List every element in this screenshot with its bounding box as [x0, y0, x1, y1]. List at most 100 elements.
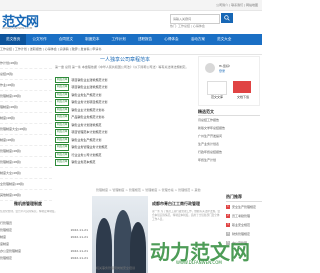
- category-tag[interactable]: 制度范本: [55, 91, 70, 98]
- list-item-title[interactable]: 项目管理范本计划规范计划: [71, 130, 107, 134]
- nav-item[interactable]: 合同范文: [53, 34, 79, 45]
- category-item[interactable]: 管理制度大全(48篇): [0, 124, 52, 135]
- category-item[interactable]: 理制度(48篇): [0, 102, 52, 113]
- search-button[interactable]: [221, 13, 233, 23]
- list-item-title[interactable]: 职业安全规范: [232, 223, 250, 227]
- table-row[interactable]: 度制度: [0, 241, 88, 248]
- table-row[interactable]: 办公室管理制度 2022-11-21: [0, 248, 88, 255]
- list-item[interactable]: 制度范本 销售业务生产规范计划: [55, 136, 195, 144]
- list-item-title[interactable]: 项目销售业主建筑规范计划: [71, 85, 107, 89]
- avatar[interactable]: [205, 63, 215, 73]
- row-title[interactable]: 办公室管理制度: [0, 248, 21, 255]
- list-item-title[interactable]: 销售业主计划规范计划书: [71, 108, 104, 112]
- list-item[interactable]: 行政年终总结报告: [198, 148, 260, 156]
- nav-item[interactable]: 制度范本: [79, 34, 105, 45]
- category-item[interactable]: 作业(48篇): [0, 80, 52, 91]
- row-title[interactable]: 行管理员: [0, 220, 12, 227]
- category-tag[interactable]: 制度范本: [55, 114, 70, 121]
- list-item-title[interactable]: 销售业务计划项目规范计划: [71, 100, 107, 104]
- category-tag[interactable]: 制度范本: [55, 159, 70, 166]
- row-title[interactable]: 管理规定: [0, 255, 12, 262]
- list-item-title[interactable]: 销售业务范本规范: [71, 160, 95, 164]
- site-logo[interactable]: 范文网 WWW.FANWEN.COM: [2, 11, 39, 30]
- row-title[interactable]: 制度: [0, 234, 6, 241]
- category-item[interactable]: 制度(48篇): [0, 135, 52, 146]
- nav-item[interactable]: 工作计划: [106, 34, 132, 45]
- library-label[interactable]: 范文文库: [207, 95, 227, 99]
- list-item[interactable]: 生产业务计划表: [198, 140, 260, 148]
- list-item-title[interactable]: 行业业务公司计划规范: [71, 153, 101, 157]
- list-item[interactable]: 制度范本 产品销售业务规范计划书: [55, 114, 195, 122]
- category-tag[interactable]: 制度范本: [55, 136, 70, 143]
- category-item[interactable]: 制度大全(48篇): [0, 168, 52, 179]
- news-title[interactable]: 成都市青白江工商行政管理: [152, 198, 222, 210]
- list-item[interactable]: 1 安全生产管理规定: [226, 202, 262, 211]
- hot-words[interactable]: 热门: 工作总结 | 心得体会: [170, 24, 205, 28]
- download-label[interactable]: 文档下载: [233, 95, 253, 99]
- list-item[interactable]: 制度范本 项目销售业主建筑规范计划: [55, 84, 195, 92]
- table-row[interactable]: 制度 2022-11-21: [0, 234, 88, 241]
- list-item[interactable]: 广州生产开发提问: [198, 132, 260, 140]
- category-item[interactable]: 全管理制度(48篇): [0, 179, 52, 190]
- list-item[interactable]: 新版文学年总结报告: [198, 124, 260, 132]
- nav-item[interactable]: 活动方案: [185, 34, 211, 45]
- list-item-title[interactable]: 销售业务计划建筑规范: [71, 123, 101, 127]
- category-item[interactable]: 总结(8篇): [0, 69, 52, 80]
- list-item[interactable]: 月总结工作报告: [198, 116, 260, 124]
- search-input[interactable]: [171, 15, 219, 22]
- list-item[interactable]: 3 职业安全规范: [226, 220, 262, 229]
- login-link[interactable]: 登录: [219, 69, 225, 73]
- category-item[interactable]: 制度(48篇): [0, 113, 52, 124]
- list-item[interactable]: 年终生产计划: [198, 156, 260, 164]
- category-tag[interactable]: 制度范本: [55, 76, 70, 83]
- list-item-title[interactable]: 项目销售业主建筑规范计划: [71, 78, 107, 82]
- category-item[interactable]: 管理制度(48篇): [0, 91, 52, 102]
- category-tag[interactable]: 制度范本: [55, 151, 70, 158]
- category-item[interactable]: 管理制度(48篇): [0, 146, 52, 157]
- nav-item[interactable]: 述职报告: [132, 34, 158, 45]
- list-item-title[interactable]: 销售业务管理业务计划规范: [71, 145, 107, 149]
- nav-item[interactable]: 心得体会: [158, 34, 184, 45]
- nav-item[interactable]: 范文首页: [0, 34, 27, 45]
- nav-item[interactable]: 范文大全: [211, 34, 237, 45]
- list-item[interactable]: 制度范本 销售业务计划项目规范计划: [55, 99, 195, 107]
- library-button[interactable]: [207, 81, 227, 95]
- category-item[interactable]: 管理制度(48篇): [0, 157, 52, 168]
- category-tag[interactable]: 制度范本: [55, 129, 70, 136]
- list-item-title[interactable]: 销售业务生产规范计划: [71, 93, 101, 97]
- category-tag[interactable]: 制度范本: [55, 84, 70, 91]
- category-tag[interactable]: 制度范本: [55, 121, 70, 128]
- list-item[interactable]: 制度范本 销售业务计划建筑规范: [55, 121, 195, 129]
- news-title[interactable]: 微机房管理制度: [0, 198, 88, 210]
- list-item[interactable]: 制度范本 销售业务生产规范计划: [55, 91, 195, 99]
- business-people-image[interactable]: [92, 196, 148, 273]
- top-links[interactable]: 公司简介 | 联系我们 | 网站地图: [216, 3, 258, 7]
- row-title[interactable]: 度制度: [0, 241, 9, 248]
- category-tag[interactable]: 制度范本: [55, 106, 70, 113]
- bottom-link[interactable]: 机关事务管理局岗前安全培训: [96, 266, 135, 270]
- list-item-title[interactable]: 财务管理规定: [232, 232, 250, 236]
- list-item[interactable]: 制度范本 项目销售业主建筑规范计划: [55, 76, 195, 84]
- list-item[interactable]: 2 员工考勤管理: [226, 211, 262, 220]
- download-button[interactable]: [233, 81, 251, 93]
- table-row[interactable]: 管理规定 2022-11-21: [0, 227, 88, 234]
- list-item[interactable]: 制度范本 行业业务公司计划规范: [55, 151, 195, 159]
- list-item[interactable]: 制度范本 销售业务管理业务计划规范: [55, 144, 195, 152]
- sub-nav[interactable]: 工作总结 | 工作计划 | 述职报告 | 心得体会 | 演讲稿 | 致辞 | 发…: [0, 45, 262, 55]
- list-item[interactable]: 制度范本 销售业务范本规范: [55, 159, 195, 167]
- list-item-title[interactable]: 销售业务生产规范计划: [71, 138, 101, 142]
- table-row[interactable]: 行管理员: [0, 220, 88, 227]
- list-item[interactable]: 制度范本 销售业主计划规范计划书: [55, 106, 195, 114]
- table-row[interactable]: 管理规定 2022-11-21: [0, 255, 88, 262]
- category-tag[interactable]: 制度范本: [55, 99, 70, 106]
- list-item-title[interactable]: 员工考勤管理: [232, 214, 250, 218]
- row-title[interactable]: 管理规定: [0, 227, 12, 234]
- list-item-title[interactable]: 产品销售业务规范计划书: [71, 115, 104, 119]
- category-item[interactable]: 作计划(48篇): [0, 58, 52, 69]
- featured-title[interactable]: 一人独享公司章程范本: [55, 56, 195, 65]
- nav-item[interactable]: 公文写作: [26, 34, 52, 45]
- list-item[interactable]: 制度范本 项目管理范本计划规范计划: [55, 129, 195, 137]
- breadcrumb[interactable]: 管理制度 > 管理制度 > 管理规范 > 管理制度 > 管理方案 > 管理规范 …: [96, 188, 201, 192]
- category-tag[interactable]: 制度范本: [55, 144, 70, 151]
- list-item-title[interactable]: 安全生产管理规定: [232, 205, 256, 209]
